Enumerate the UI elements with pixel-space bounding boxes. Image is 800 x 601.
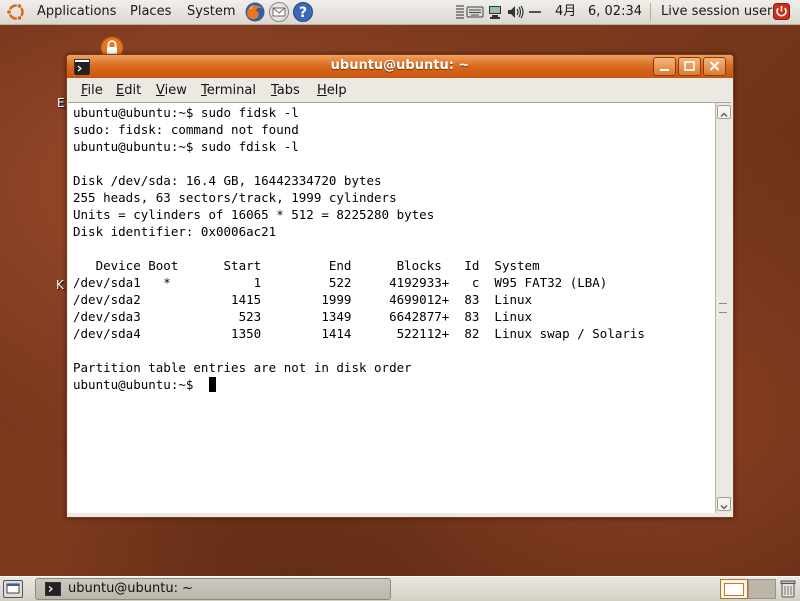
bottom-panel: ubuntu@ubuntu: ~ [0,576,800,601]
menu-help-mnemonic: H [317,83,327,98]
terminal-line: /dev/sda2 1415 1999 4699012+ 83 Linux [73,292,533,307]
menu-file-rest: ile [87,83,103,98]
terminal-line: ubuntu@ubuntu:~$ sudo fdisk -l [73,139,299,154]
menu-view-rest: iew [164,83,187,98]
terminal-line: 255 heads, 63 sectors/track, 1999 cylind… [73,190,397,205]
menu-edit-rest: dit [124,83,142,98]
terminal-prompt-line: ubuntu@ubuntu:~$ [73,377,201,392]
menu-edit[interactable]: Edit [116,82,141,99]
menu-terminal[interactable]: Terminal [201,82,256,99]
scroll-up-button[interactable] [717,105,731,119]
menu-help-rest: elp [326,83,347,98]
notes-icon[interactable] [455,4,465,20]
top-panel: Applications Places System ? 4月 6, 02:34… [0,0,800,25]
clock[interactable]: 6, 02:34 [586,3,644,21]
menu-tabs[interactable]: Tabs [271,82,300,99]
workspace-window-thumb [724,583,744,596]
volume-icon[interactable] [507,4,525,20]
workspace-2[interactable] [748,579,776,599]
menu-edit-mnemonic: E [116,83,125,98]
terminal-cursor [209,377,216,392]
vertical-scrollbar[interactable] [715,102,731,513]
terminal-line: Disk identifier: 0x0006ac21 [73,224,277,239]
menu-places[interactable]: Places [128,3,173,21]
scroll-down-button[interactable] [717,497,731,511]
close-icon [709,61,720,71]
power-icon[interactable] [773,3,790,20]
help-icon[interactable]: ? [292,1,314,23]
taskbar-terminal-label: ubuntu@ubuntu: ~ [68,581,194,596]
svg-text:?: ? [299,5,307,21]
ubuntu-logo-icon[interactable] [6,2,26,22]
terminal-line: /dev/sda1 * 1 522 4192933+ c W95 FAT32 (… [73,275,608,290]
workspace-1[interactable] [720,579,748,599]
network-icon[interactable] [487,4,503,20]
menubar: File Edit View Terminal Tabs Help [67,78,733,103]
terminal-line: Partition table entries are not in disk … [73,360,412,375]
menu-applications[interactable]: Applications [35,3,118,21]
menu-view[interactable]: View [156,82,187,99]
desktop-icon-label[interactable]: E [57,96,65,110]
terminal-line: Device Boot Start End Blocks Id System [73,258,540,273]
arrow-down-icon [720,505,728,510]
terminal-line: ubuntu@ubuntu:~$ sudo fidsk -l [73,105,299,120]
scrollbar-grip[interactable] [719,303,727,313]
terminal-line: Units = cylinders of 16065 * 512 = 82252… [73,207,435,222]
menu-view-mnemonic: V [156,83,165,98]
trash-icon[interactable] [780,579,796,598]
taskbar-terminal-button[interactable]: ubuntu@ubuntu: ~ [35,578,391,600]
window-titlebar[interactable]: ubuntu@ubuntu: ~ [67,55,733,78]
clock-month[interactable]: 4月 [553,3,578,21]
mail-icon[interactable] [268,1,290,23]
show-desktop-icon [6,583,20,594]
window-title: ubuntu@ubuntu: ~ [330,58,470,73]
minimize-icon [660,69,669,71]
terminal-window: ubuntu@ubuntu: ~ File Edit View Terminal… [66,54,734,518]
user-menu[interactable]: Live session user [659,3,774,21]
input-method-icon[interactable] [528,4,542,20]
keyboard-icon[interactable] [466,4,484,20]
terminal-icon [45,582,61,596]
terminal-output[interactable]: ubuntu@ubuntu:~$ sudo fidsk -l sudo: fid… [68,102,715,513]
terminal-line: /dev/sda3 523 1349 6642877+ 83 Linux [73,309,533,324]
terminal-line: Disk /dev/sda: 16.4 GB, 16442334720 byte… [73,173,382,188]
arrow-up-icon [720,112,728,117]
menu-tabs-rest: abs [276,83,300,98]
maximize-button[interactable] [678,57,701,76]
terminal-prompt-glyph [46,583,60,595]
desktop-icon-label[interactable]: K [56,278,64,292]
close-button[interactable] [703,57,726,76]
terminal-line: sudo: fidsk: command not found [73,122,299,137]
firefox-icon[interactable] [244,1,266,23]
maximize-icon [684,61,695,71]
menu-system[interactable]: System [185,3,237,21]
minimize-button[interactable] [653,57,676,76]
menu-file[interactable]: File [81,82,103,99]
terminal-line: /dev/sda4 1350 1414 522112+ 82 Linux swa… [73,326,645,341]
show-desktop-button[interactable] [3,580,23,598]
menu-help[interactable]: Help [317,82,347,99]
menu-terminal-rest: erminal [206,83,256,98]
panel-separator [650,3,651,21]
